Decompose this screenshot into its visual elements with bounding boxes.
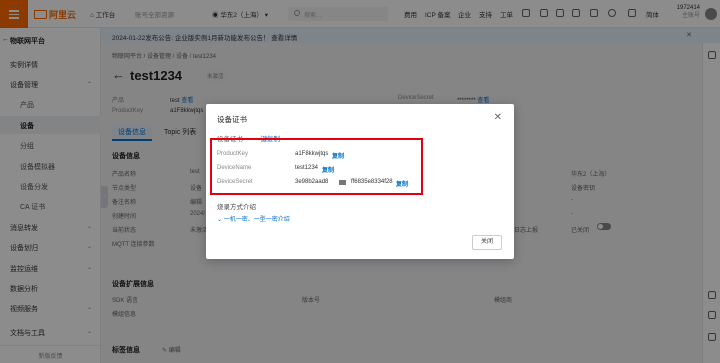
- highlight-box: [210, 138, 423, 195]
- close-icon[interactable]: ✕: [494, 112, 502, 123]
- close-button[interactable]: 关闭: [472, 235, 502, 250]
- burn-method-expand[interactable]: ⌄ 一机一密、一型一密介绍: [217, 214, 290, 223]
- dialog-title: 设备证书: [217, 115, 247, 124]
- burn-method-title: 烧录方式介绍: [217, 204, 256, 211]
